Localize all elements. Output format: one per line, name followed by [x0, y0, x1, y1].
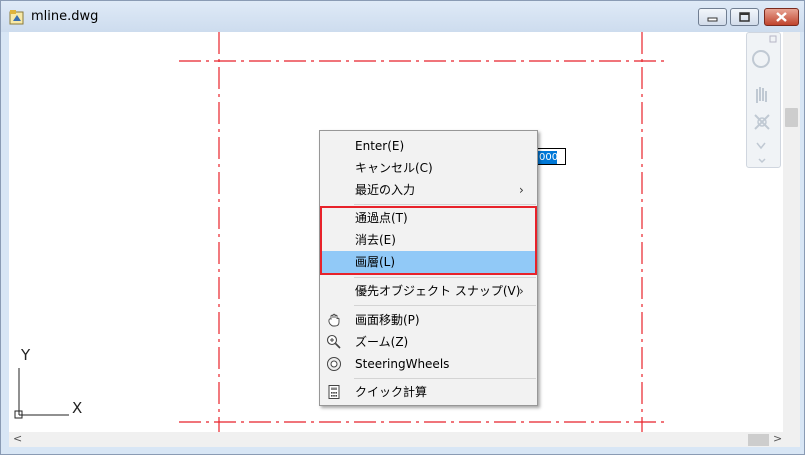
scrollbar-corner: [783, 432, 800, 447]
pan-icon: [328, 313, 340, 327]
menu-separator: [354, 305, 536, 306]
menu-item-label: 通過点(T): [355, 211, 408, 225]
minimize-icon: [707, 17, 718, 22]
orbit-nav-icon: [756, 142, 766, 150]
ucs-x-label: X: [72, 399, 83, 417]
maximize-button[interactable]: [730, 8, 759, 26]
navbar-icons: [752, 35, 777, 164]
scroll-left-button[interactable]: <: [13, 432, 22, 445]
navigation-bar: [746, 32, 781, 168]
menu-item-label: SteeringWheels: [355, 357, 450, 371]
menu-item-label: キャンセル(C): [355, 161, 433, 175]
menu-item-label: クイック計算: [355, 385, 428, 399]
menu-item-osnap-override[interactable]: 優先オブジェクト スナップ(V) ›: [321, 280, 536, 302]
submenu-arrow-icon: ›: [519, 284, 524, 298]
menu-item-label: ズーム(Z): [355, 335, 409, 349]
autocad-document-icon: [9, 10, 24, 25]
ucs-y-label: Y: [21, 346, 31, 364]
menu-item-label: 消去(E): [355, 233, 396, 247]
window-title: mline.dwg: [31, 9, 99, 24]
calculator-icon: [328, 385, 340, 399]
navbar-menu-icon: [758, 158, 766, 164]
scroll-right-button[interactable]: >: [773, 432, 782, 445]
menu-item-label: 画面移動(P): [355, 313, 420, 327]
menu-item-label: 優先オブジェクト スナップ(V): [355, 284, 521, 298]
menu-item-label: 画層(L): [355, 255, 396, 269]
menu-item-label: 最近の入力: [355, 183, 416, 197]
menu-separator: [354, 204, 536, 205]
vertical-scroll-thumb[interactable]: [785, 108, 798, 127]
menu-item-enter[interactable]: Enter(E): [321, 135, 536, 157]
steeringwheels-icon: [327, 357, 341, 371]
context-menu: Enter(E) キャンセル(C) 最近の入力 › 通過点(T) 消去(E) 画…: [319, 130, 538, 406]
menu-item-quickcalc[interactable]: クイック計算: [321, 381, 536, 403]
menu-separator: [354, 378, 536, 379]
menu-item-through-point[interactable]: 通過点(T): [321, 207, 536, 229]
menu-item-zoom[interactable]: ズーム(Z): [321, 331, 536, 353]
zoom-icon: [326, 334, 341, 349]
close-button[interactable]: [764, 8, 799, 26]
navbar-close-icon: [769, 35, 777, 43]
maximize-icon: [739, 12, 750, 22]
title-bar[interactable]: mline.dwg: [1, 1, 804, 32]
horizontal-scrollbar[interactable]: < >: [9, 432, 783, 447]
drawing-window: mline.dwg Y X 000 < > Enter(E) キャンセル(C) …: [0, 0, 805, 455]
menu-item-layer[interactable]: 画層(L): [321, 251, 536, 273]
horizontal-scroll-thumb[interactable]: [748, 434, 769, 446]
menu-item-recent-input[interactable]: 最近の入力 ›: [321, 179, 536, 201]
menu-item-label: Enter(E): [355, 139, 405, 153]
steeringwheels-nav-icon: [752, 50, 770, 68]
menu-item-steeringwheels[interactable]: SteeringWheels: [321, 353, 536, 375]
menu-item-erase[interactable]: 消去(E): [321, 229, 536, 251]
submenu-arrow-icon: ›: [519, 183, 524, 197]
menu-separator: [354, 277, 536, 278]
menu-item-cancel[interactable]: キャンセル(C): [321, 157, 536, 179]
ucs-icon: [14, 368, 69, 419]
minimize-button[interactable]: [698, 8, 727, 26]
close-icon: [776, 12, 787, 22]
dynamic-input-field[interactable]: 000: [537, 148, 566, 165]
dynamic-input-selected-text: 000: [538, 151, 557, 164]
menu-item-pan[interactable]: 画面移動(P): [321, 309, 536, 331]
vertical-scrollbar[interactable]: [783, 32, 800, 432]
zoom-nav-icon: [754, 114, 770, 130]
pan-nav-icon: [756, 87, 767, 103]
